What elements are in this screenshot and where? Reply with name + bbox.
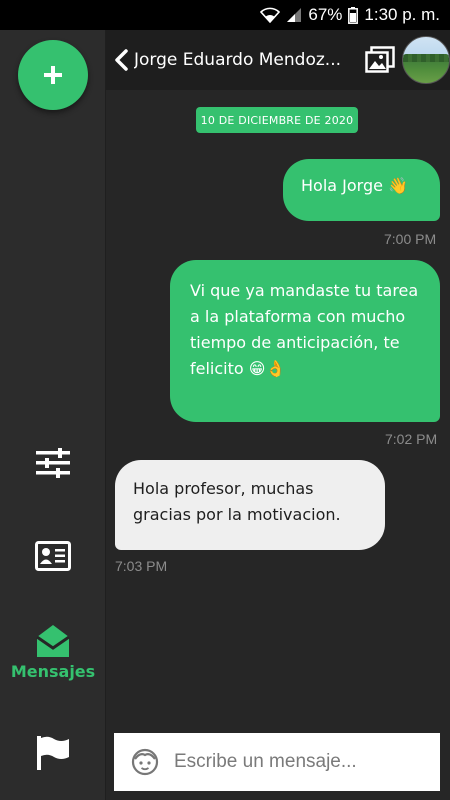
chevron-left-icon: [115, 49, 128, 71]
message-time: 7:00 PM: [384, 231, 437, 247]
message-bubble-outgoing[interactable]: Vi que ya mandaste tu tarea a la platafo…: [170, 260, 440, 422]
sidebar-item-settings[interactable]: [0, 448, 106, 478]
back-button[interactable]: [110, 45, 132, 75]
plus-icon: [44, 66, 62, 84]
sidebar-item-reports[interactable]: [0, 735, 106, 771]
date-divider: 10 DE DICIEMBRE DE 2020: [196, 107, 358, 133]
sidebar-item-messages[interactable]: Mensajes: [0, 624, 106, 681]
message-bubble-incoming[interactable]: Hola profesor, muchas gracias por la mot…: [115, 460, 385, 550]
flag-icon: [37, 736, 69, 770]
envelope-open-icon: [36, 625, 70, 657]
sidebar-item-label: Mensajes: [10, 662, 96, 681]
sliders-icon: [36, 448, 70, 478]
wifi-icon: [260, 7, 281, 23]
signal-icon: [287, 8, 302, 22]
message-input[interactable]: [174, 751, 424, 773]
contact-name[interactable]: Jorge Eduardo Mendoz...: [134, 50, 358, 70]
battery-icon: [348, 6, 359, 24]
gallery-button[interactable]: [364, 44, 396, 76]
message-time: 7:02 PM: [385, 431, 438, 447]
sidebar-item-contacts[interactable]: [0, 541, 106, 571]
sidebar: Mensajes: [0, 30, 106, 800]
message-list[interactable]: 10 DE DICIEMBRE DE 2020 Hola Jorge 👋 7:0…: [106, 90, 450, 730]
emoji-button[interactable]: [130, 747, 160, 777]
status-bar: 67% 1:30 p. m.: [0, 0, 450, 30]
chat-header: Jorge Eduardo Mendoz...: [106, 30, 450, 90]
message-bubble-outgoing[interactable]: Hola Jorge 👋: [283, 159, 440, 221]
clock: 1:30 p. m.: [364, 5, 440, 24]
face-icon: [131, 748, 159, 776]
contact-avatar[interactable]: [402, 36, 450, 84]
photo-gallery-icon: [365, 46, 395, 73]
contact-card-icon: [35, 541, 71, 571]
composer: [114, 733, 440, 791]
avatar-landscape: [403, 54, 449, 62]
message-time: 7:03 PM: [115, 558, 168, 574]
new-conversation-button[interactable]: [18, 40, 88, 110]
battery-percent: 67%: [308, 5, 343, 24]
